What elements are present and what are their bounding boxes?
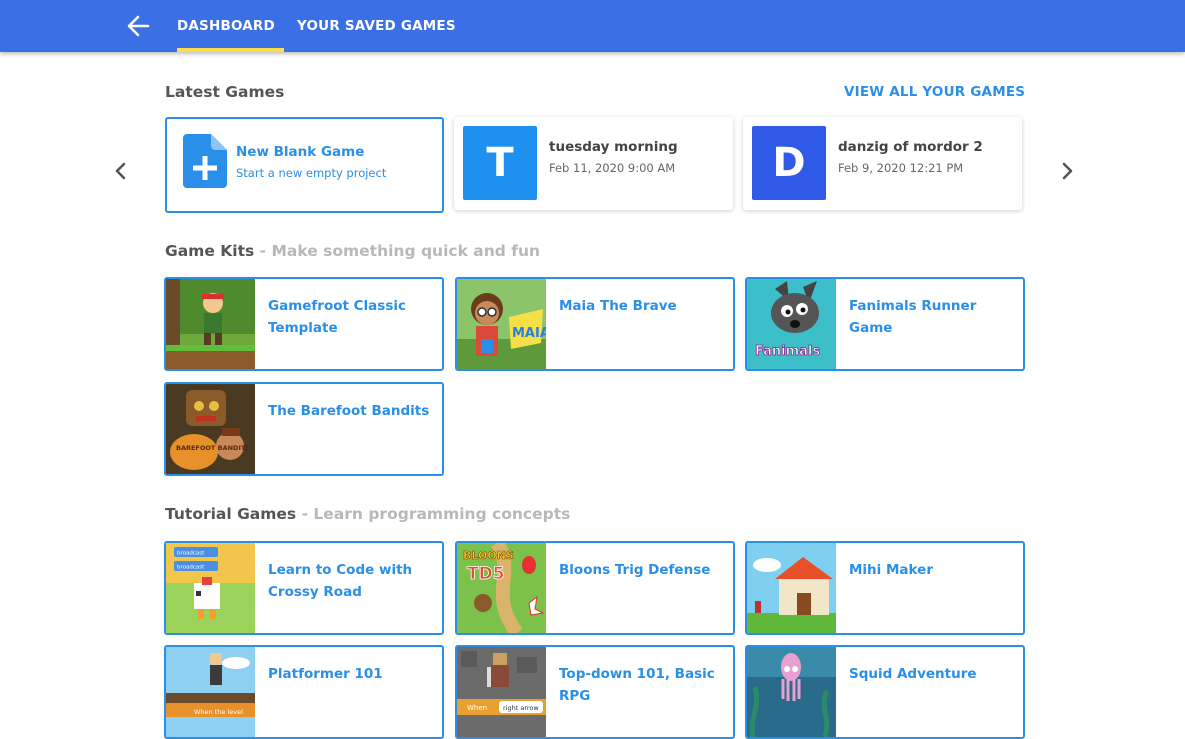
recent-game-card[interactable]: T tuesday morning Feb 11, 2020 9:00 AM [454,117,733,210]
tutorial-game-label: Bloons Trig Defense [559,562,711,578]
game-kit-card[interactable]: BAREFOOT BANDITS The Barefoot Bandits [164,382,444,476]
barefoot-bandits-thumbnail: BAREFOOT BANDITS [166,384,255,474]
maia-logo-text: MAIA [512,326,546,341]
new-file-icon [183,134,227,192]
bloons-logo-text: BLOONS [463,549,514,562]
game-kits-title: Game Kits [165,242,255,260]
game-kit-label: Gamefroot Classic Template [268,298,406,336]
game-kits-heading: Game Kits - Make something quick and fun [165,242,540,260]
crossy-block-text: broadcast [177,565,205,571]
tutorial-games-subtitle: Learn programming concepts [313,505,571,523]
game-kit-label: The Barefoot Bandits [268,403,430,419]
game-kit-card[interactable]: Fanimals Fanimals Runner Game [745,277,1025,371]
tutorial-game-label: Top-down 101, Basic RPG [559,666,715,704]
tab-dashboard[interactable]: DASHBOARD [177,0,284,52]
game-date: Feb 11, 2020 9:00 AM [549,161,676,175]
crossy-block-text: broadcast [177,551,205,557]
bloons-trig-thumbnail: BLOONS TD5 [457,543,546,633]
heading-dash: - [254,242,272,260]
maia-the-brave-thumbnail: MAIA [457,279,546,369]
barefoot-logo-text: BAREFOOT BANDITS [176,444,250,452]
game-date: Feb 9, 2020 12:21 PM [838,161,964,175]
topdown-block-text: right arrow [503,704,539,712]
tutorial-game-label: Platformer 101 [268,666,383,682]
latest-games-heading: Latest Games [165,83,284,101]
game-kit-label: Fanimals Runner Game [849,298,977,336]
tutorial-game-card[interactable]: When right arrow Top-down 101, Basic RPG [455,645,735,739]
fanimals-runner-thumbnail: Fanimals [747,279,836,369]
back-arrow-icon[interactable] [124,12,154,40]
new-blank-game-card[interactable]: New Blank Game Start a new empty project [165,117,444,213]
view-all-games-link[interactable]: VIEW ALL YOUR GAMES [844,84,1025,100]
game-title: tuesday morning [549,139,678,155]
squid-adventure-thumbnail [747,647,836,737]
latest-games-title: Latest Games [165,83,285,101]
game-kit-card[interactable]: MAIA Maia The Brave [455,277,735,371]
mihi-maker-thumbnail [747,543,836,633]
game-title: danzig of mordor 2 [838,139,983,155]
tab-your-saved-games[interactable]: YOUR SAVED GAMES [297,0,457,52]
heading-dash: - [296,505,314,523]
carousel-prev-chevron-icon[interactable] [109,158,133,184]
top-app-bar: DASHBOARD YOUR SAVED GAMES [0,0,1185,52]
platformer-101-thumbnail: When the level [166,647,255,737]
tutorial-game-card[interactable]: Mihi Maker [745,541,1025,635]
platformer-block-text: When the level [194,708,243,716]
fanimals-logo-text: Fanimals [755,344,820,359]
game-letter-badge: T [463,126,537,200]
topdown-block-text: When [467,704,487,712]
game-kit-card[interactable]: Gamefroot Classic Template [164,277,444,371]
tutorial-game-label: Squid Adventure [849,666,977,682]
carousel-next-chevron-icon[interactable] [1055,158,1079,184]
new-blank-game-title: New Blank Game [236,144,365,160]
tutorial-game-card[interactable]: When the level Platformer 101 [164,645,444,739]
top-down-rpg-thumbnail: When right arrow [457,647,546,737]
tutorial-games-heading: Tutorial Games - Learn programming conce… [165,505,570,523]
bloons-logo-text: TD5 [467,564,505,584]
recent-game-card[interactable]: D danzig of mordor 2 Feb 9, 2020 12:21 P… [743,117,1022,210]
tutorial-game-card[interactable]: broadcast broadcast Learn to Code with C… [164,541,444,635]
new-blank-game-subtitle: Start a new empty project [236,166,387,180]
tutorial-games-title: Tutorial Games [165,505,297,523]
gamefroot-classic-thumbnail [166,279,255,369]
tutorial-game-card[interactable]: Squid Adventure [745,645,1025,739]
tutorial-game-label: Mihi Maker [849,562,933,578]
tutorial-game-label: Learn to Code with Crossy Road [268,562,413,600]
game-letter-badge: D [752,126,826,200]
game-kits-subtitle: Make something quick and fun [271,242,541,260]
game-kit-label: Maia The Brave [559,298,677,314]
crossy-road-thumbnail: broadcast broadcast [166,543,255,633]
tutorial-game-card[interactable]: BLOONS TD5 Bloons Trig Defense [455,541,735,635]
